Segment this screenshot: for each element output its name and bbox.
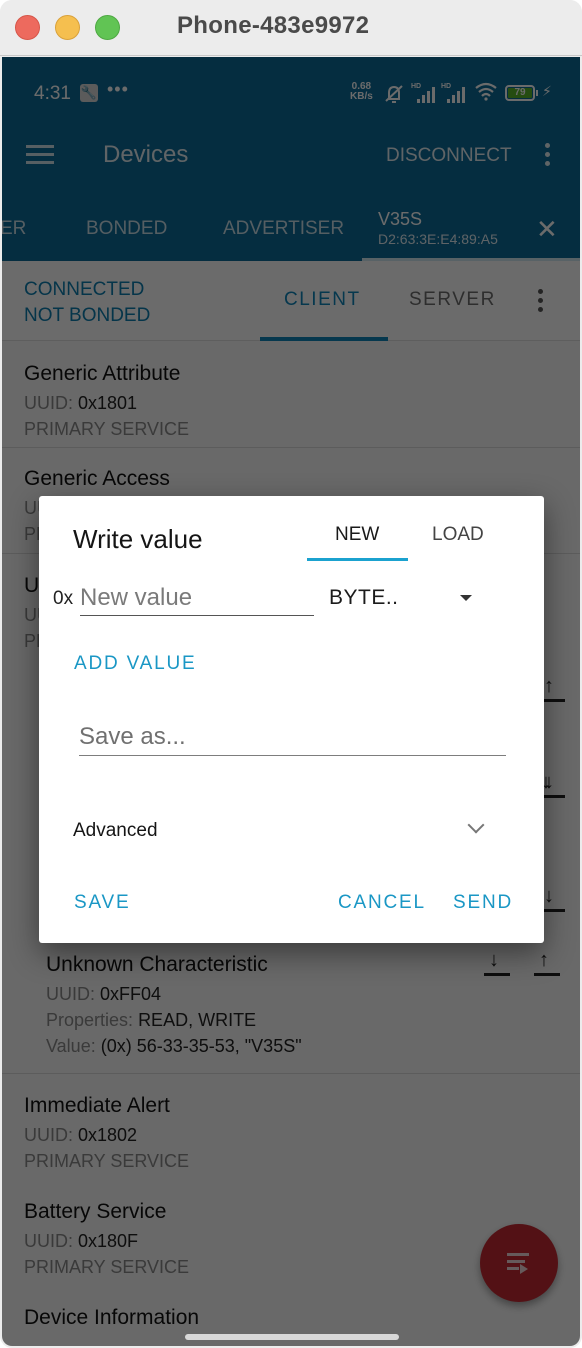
save-as-input[interactable] bbox=[79, 718, 506, 756]
write-value-dialog: Write value NEW LOAD 0x BYTE.. ADD VALUE… bbox=[39, 496, 544, 943]
new-value-input[interactable] bbox=[80, 580, 314, 616]
window-titlebar: Phone-483e9972 bbox=[0, 0, 582, 56]
phone-window: Phone-483e9972 4:31 🔧 ••• 0.68 KB/s HD bbox=[0, 0, 582, 1348]
advanced-toggle[interactable]: Advanced bbox=[73, 820, 158, 842]
hex-prefix: 0x bbox=[53, 588, 74, 609]
value-type-select[interactable]: BYTE.. bbox=[329, 580, 479, 616]
window-title: Phone-483e9972 bbox=[177, 12, 370, 39]
tab-load[interactable]: LOAD bbox=[432, 524, 484, 546]
value-type-selected: BYTE.. bbox=[329, 586, 399, 609]
minimize-window-button[interactable] bbox=[55, 15, 80, 40]
add-value-button[interactable]: ADD VALUE bbox=[74, 653, 197, 675]
maximize-window-button[interactable] bbox=[95, 15, 120, 40]
new-tab-indicator bbox=[307, 558, 408, 561]
send-button[interactable]: SEND bbox=[453, 892, 513, 914]
phone-screen: 4:31 🔧 ••• 0.68 KB/s HD HD bbox=[2, 57, 580, 1346]
tab-new[interactable]: NEW bbox=[335, 524, 379, 546]
dropdown-caret-icon bbox=[460, 595, 472, 601]
home-indicator[interactable] bbox=[185, 1334, 399, 1340]
chevron-down-icon[interactable] bbox=[467, 816, 485, 834]
save-button[interactable]: SAVE bbox=[74, 892, 130, 914]
close-window-button[interactable] bbox=[15, 15, 40, 40]
dialog-title: Write value bbox=[73, 524, 203, 554]
cancel-button[interactable]: CANCEL bbox=[338, 892, 426, 914]
